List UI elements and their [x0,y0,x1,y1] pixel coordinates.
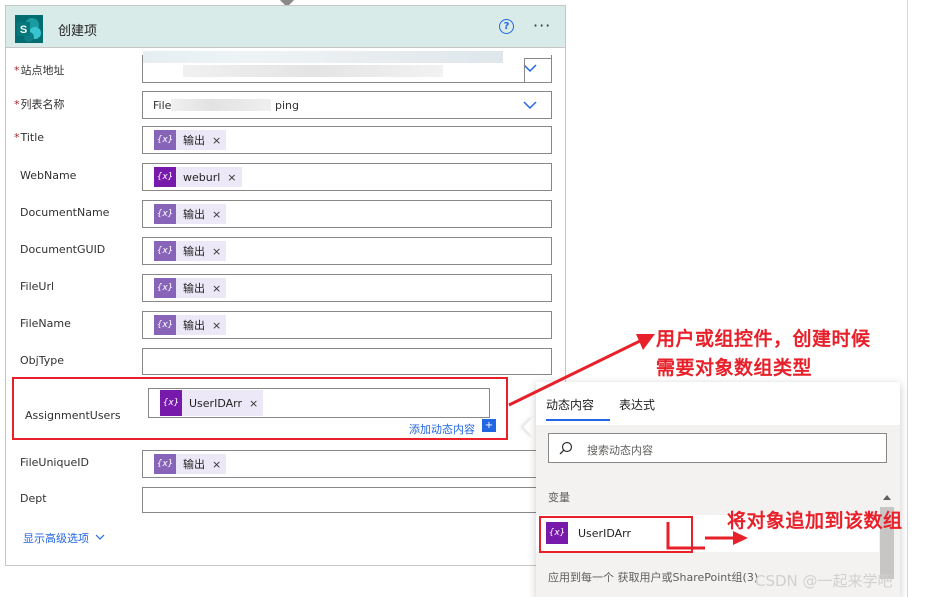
arrow-to-annotation [508,334,655,407]
annotation-arrows [508,334,748,550]
arrow-append [666,522,748,550]
watermark: CSDN @一起来学吧 [755,572,893,590]
